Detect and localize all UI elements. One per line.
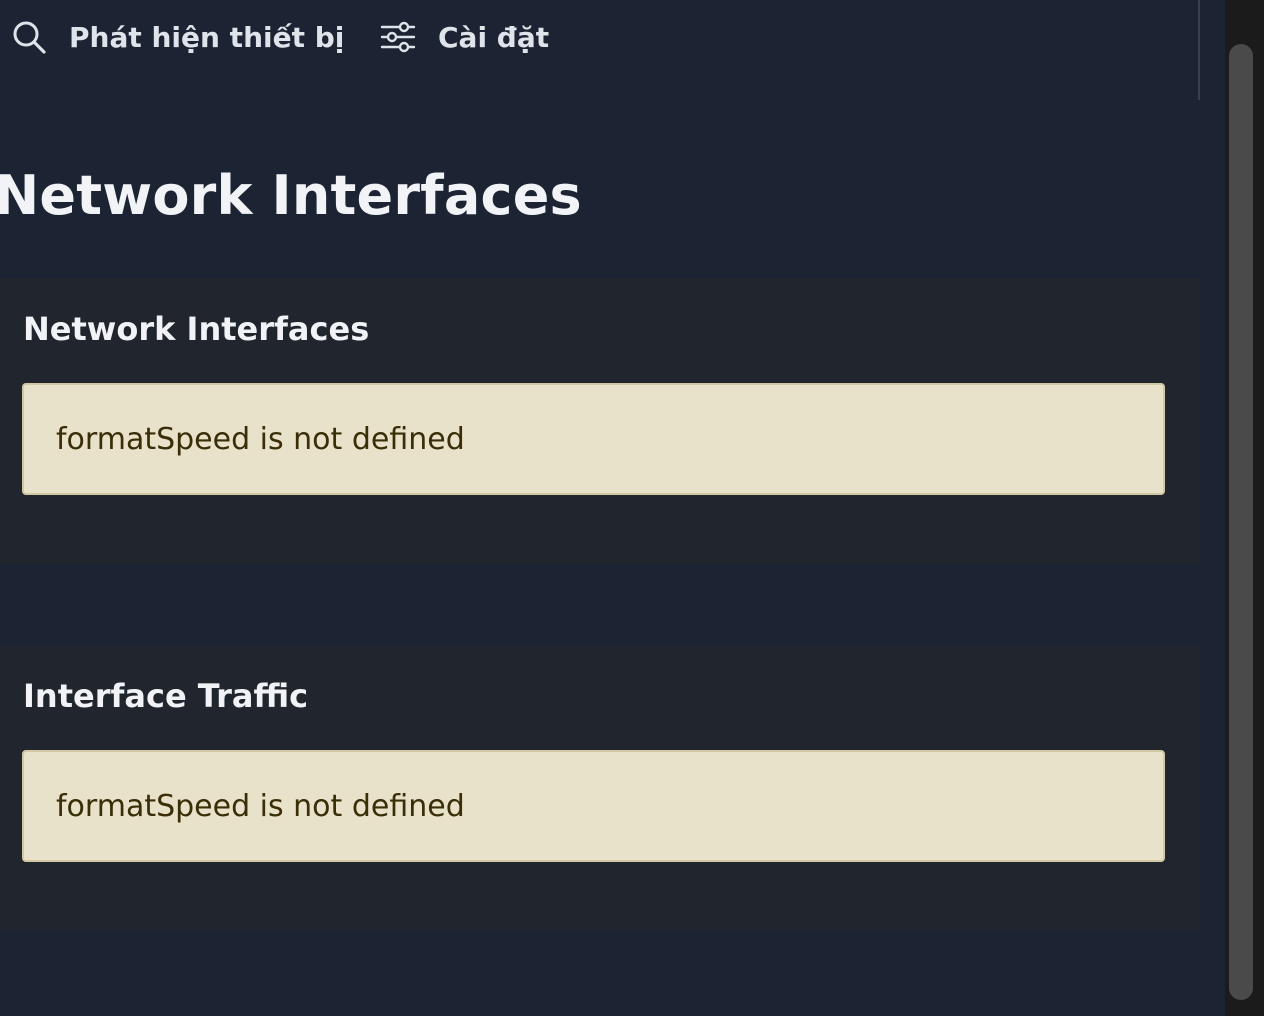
scrollbar-thumb[interactable] — [1229, 44, 1253, 1000]
page-title: Network Interfaces — [0, 164, 582, 227]
main-content: Phát hiện thiết bị Cài đặt Network Inter… — [0, 0, 1225, 1016]
card-title: Interface Traffic — [23, 677, 309, 715]
nav-discover-devices[interactable]: Phát hiện thiết bị — [11, 14, 344, 60]
search-icon — [11, 19, 47, 55]
nav-settings[interactable]: Cài đặt — [380, 14, 549, 60]
nav-discover-label: Phát hiện thiết bị — [69, 20, 345, 54]
network-interfaces-card: Network Interfaces formatSpeed is not de… — [0, 278, 1200, 564]
interface-traffic-card: Interface Traffic formatSpeed is not def… — [0, 645, 1200, 931]
error-message: formatSpeed is not defined — [22, 383, 1165, 495]
card-title: Network Interfaces — [23, 310, 370, 348]
nav-settings-label: Cài đặt — [438, 20, 550, 54]
sliders-icon — [380, 19, 416, 55]
nav-divider — [1198, 0, 1200, 100]
error-message: formatSpeed is not defined — [22, 750, 1165, 862]
top-navigation: Phát hiện thiết bị Cài đặt — [0, 0, 1200, 100]
